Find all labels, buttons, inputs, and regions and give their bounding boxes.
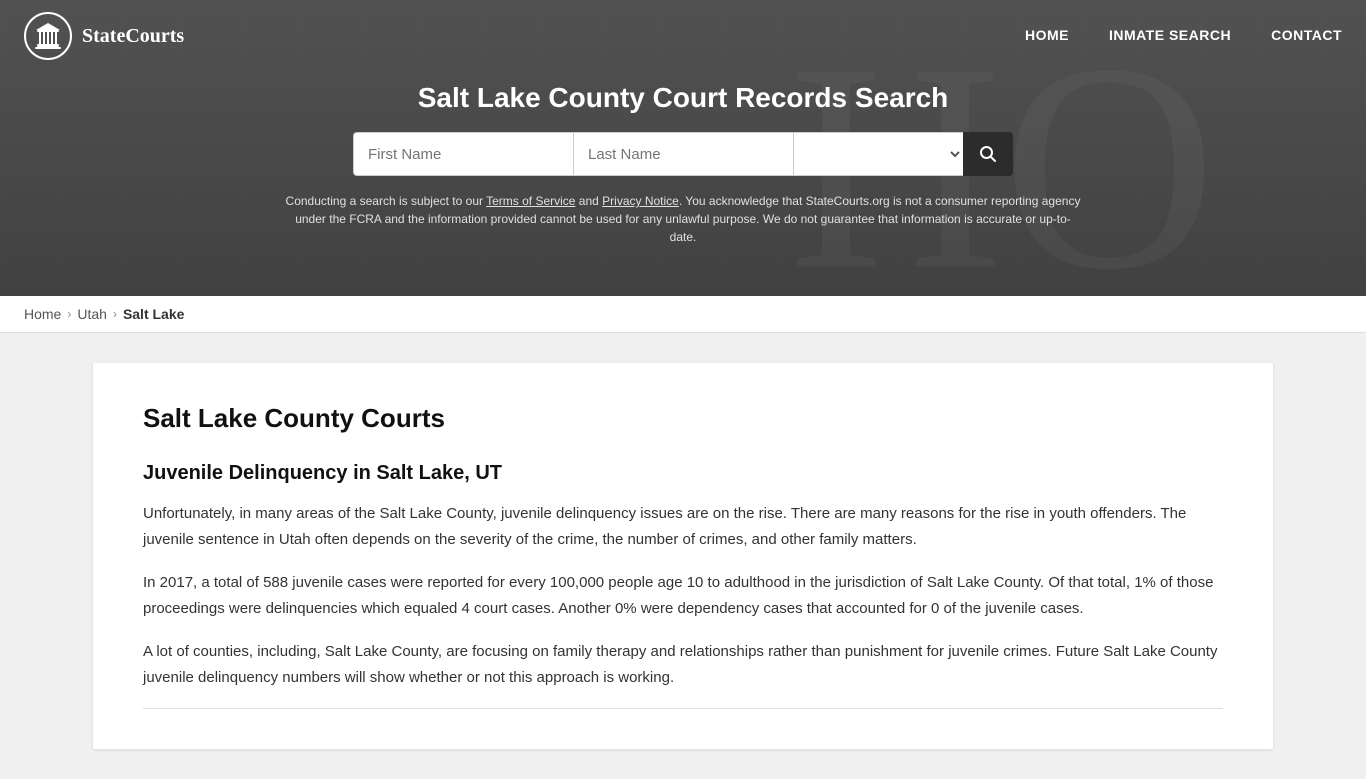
breadcrumb-current: Salt Lake — [123, 306, 184, 322]
nav-item-inmate-search[interactable]: INMATE SEARCH — [1109, 27, 1231, 45]
breadcrumb-home[interactable]: Home — [24, 306, 61, 322]
nav-link-home[interactable]: HOME — [1025, 27, 1069, 43]
nav-link-contact[interactable]: CONTACT — [1271, 27, 1342, 43]
main-content: Salt Lake County Courts Juvenile Delinqu… — [0, 333, 1366, 779]
search-icon — [979, 145, 997, 163]
search-button[interactable] — [963, 132, 1013, 176]
nav-item-home[interactable]: HOME — [1025, 27, 1069, 45]
site-header: StateCourts HOME INMATE SEARCH CONTACT S… — [0, 0, 1366, 296]
section-divider — [143, 708, 1223, 709]
breadcrumb-sep-1: › — [67, 307, 71, 321]
nav-item-contact[interactable]: CONTACT — [1271, 27, 1342, 45]
logo-link[interactable]: StateCourts — [24, 12, 184, 60]
first-name-input[interactable] — [353, 132, 573, 176]
section-paragraph-1: Unfortunately, in many areas of the Salt… — [143, 501, 1223, 552]
state-select[interactable]: Select State Alabama Alaska Arizona Arka… — [793, 132, 963, 176]
search-form: Select State Alabama Alaska Arizona Arka… — [20, 132, 1346, 176]
top-nav: StateCourts HOME INMATE SEARCH CONTACT — [0, 0, 1366, 72]
logo-icon — [24, 12, 72, 60]
hero-section: Salt Lake County Court Records Search Se… — [0, 72, 1366, 266]
nav-link-inmate-search[interactable]: INMATE SEARCH — [1109, 27, 1231, 43]
section-title-1: Juvenile Delinquency in Salt Lake, UT — [143, 462, 1223, 485]
last-name-input[interactable] — [573, 132, 793, 176]
nav-links: HOME INMATE SEARCH CONTACT — [1025, 27, 1342, 45]
section-paragraph-2: In 2017, a total of 588 juvenile cases w… — [143, 570, 1223, 621]
breadcrumb-sep-2: › — [113, 307, 117, 321]
breadcrumb-utah[interactable]: Utah — [77, 306, 107, 322]
page-title: Salt Lake County Courts — [143, 403, 1223, 434]
logo-text: StateCourts — [82, 25, 184, 48]
disclaimer-text: Conducting a search is subject to our Te… — [283, 192, 1083, 246]
section-paragraph-3: A lot of counties, including, Salt Lake … — [143, 639, 1223, 690]
section-juvenile-delinquency: Juvenile Delinquency in Salt Lake, UT Un… — [143, 462, 1223, 690]
breadcrumb: Home › Utah › Salt Lake — [0, 296, 1366, 333]
hero-title: Salt Lake County Court Records Search — [20, 82, 1346, 114]
content-card: Salt Lake County Courts Juvenile Delinqu… — [93, 363, 1273, 749]
header-content: StateCourts HOME INMATE SEARCH CONTACT S… — [0, 0, 1366, 266]
privacy-link[interactable]: Privacy Notice — [602, 194, 679, 208]
terms-link[interactable]: Terms of Service — [486, 194, 575, 208]
